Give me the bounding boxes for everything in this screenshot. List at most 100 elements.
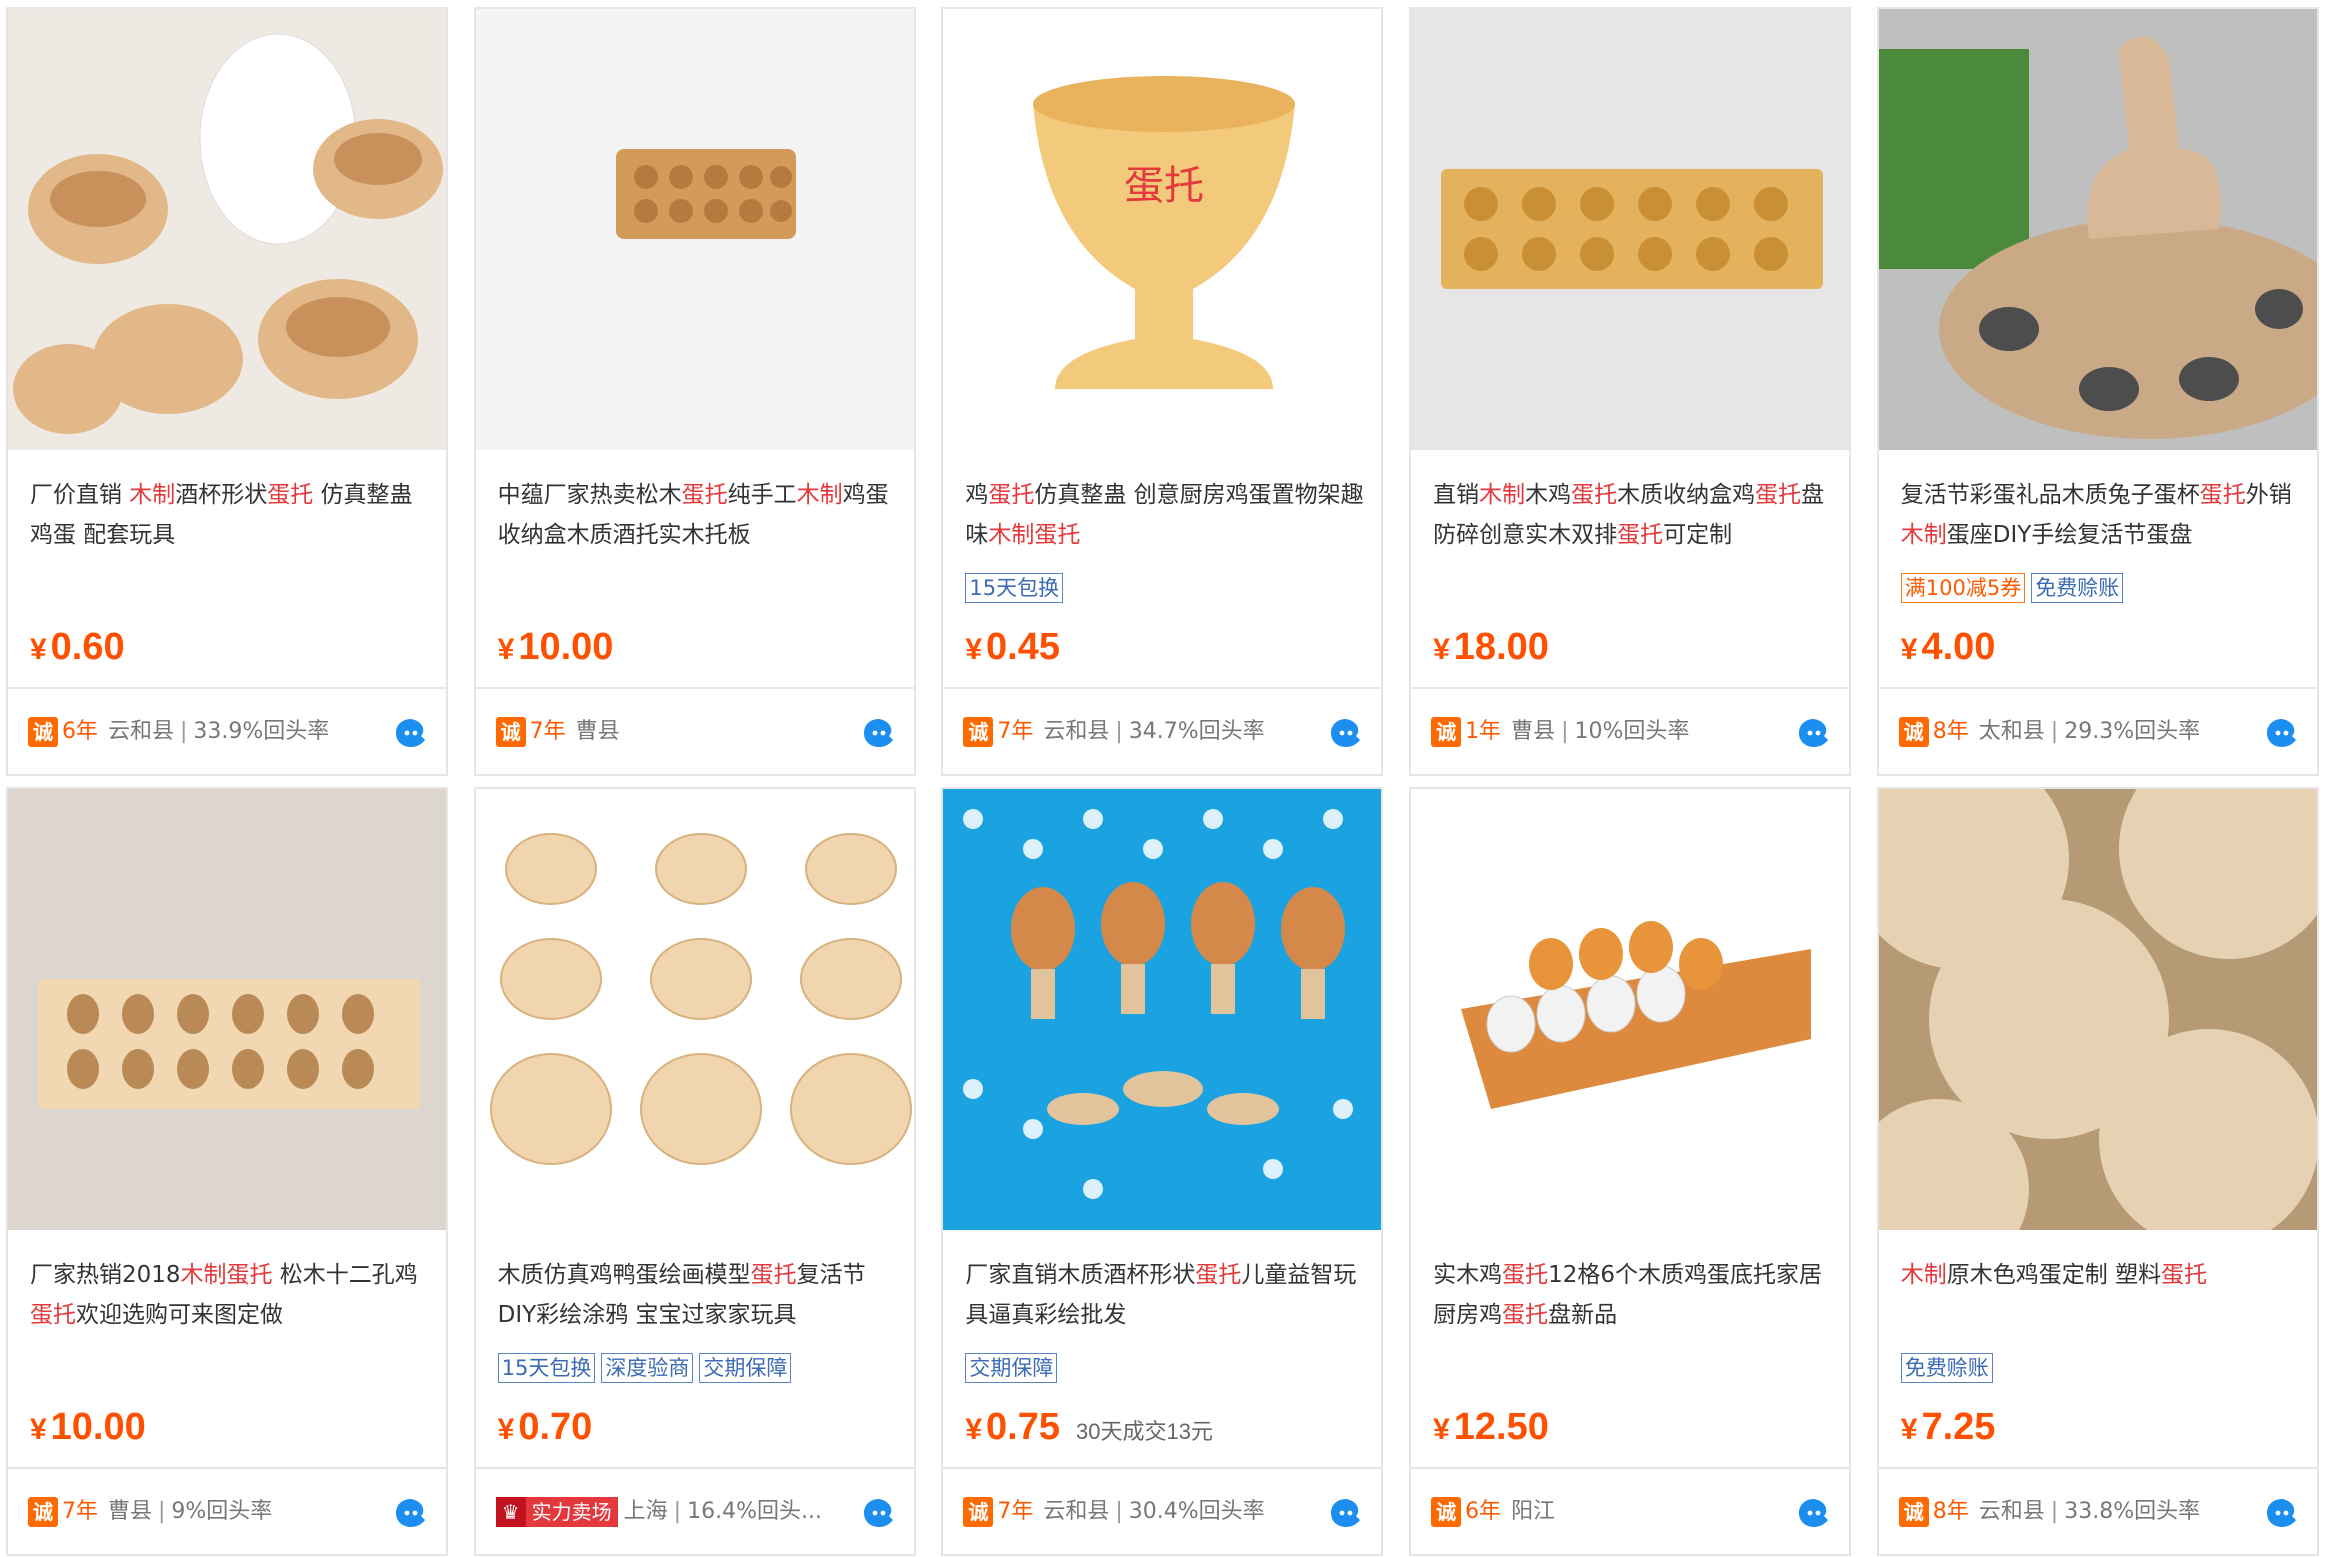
product-card[interactable]: 复活节彩蛋礼品木质兔子蛋杯蛋托外销木制蛋座DIY手绘复活节蛋盘 满100减5券 免费… (1876, 7, 2319, 777)
service-tags: 交期保障 (965, 1352, 1063, 1385)
title-text: 蛋座DIY手绘复活节蛋盘 (1946, 522, 2193, 549)
title-keyword: 木制 (180, 1261, 227, 1288)
product-image[interactable] (475, 9, 914, 451)
card-divider (943, 1466, 1382, 1469)
repeat-purchase-rate: 30.4%回头率 (1128, 1498, 1265, 1524)
product-title[interactable]: 厂价直销 木制酒杯形状蛋托 仿真整蛊鸡蛋 配套玩具 (30, 475, 430, 555)
product-title[interactable]: 厂家热销2018木制蛋托 松木十二孔鸡蛋托欢迎选购可来图定做 (30, 1255, 430, 1335)
product-image[interactable] (7, 9, 446, 451)
seller-location: 云和县 (1043, 1498, 1110, 1524)
title-keyword: 蛋托 (750, 1261, 797, 1288)
product-image[interactable] (1411, 9, 1850, 451)
card-divider (1878, 687, 2317, 690)
product-card[interactable]: 实木鸡蛋托12格6个木质鸡蛋底托家居厨房鸡蛋托盘新品 ¥12.50 诚 6年 阳江 (1409, 786, 1852, 1556)
aliwangwang-chat-icon[interactable] (2265, 1497, 2299, 1529)
aliwangwang-chat-icon[interactable] (1797, 1497, 1831, 1529)
product-price: ¥12.50 (1433, 1403, 1549, 1454)
membership-years: 8年 (1932, 719, 1969, 745)
product-card[interactable]: 中蕴厂家热卖松木蛋托纯手工木制鸡蛋收纳盒木质酒托实木托板 ¥10.00 诚 7年 曹县 (473, 7, 916, 777)
service-tag: 交期保障 (699, 1352, 792, 1383)
aliwangwang-chat-icon[interactable] (2265, 717, 2299, 749)
product-image[interactable] (7, 788, 446, 1230)
price-value: 18.00 (1453, 626, 1549, 669)
chengxintong-icon[interactable]: 诚 (963, 1496, 994, 1527)
product-grid: 厂价直销 木制酒杯形状蛋托 仿真整蛊鸡蛋 配套玩具 ¥0.60 诚 6年 云和县 | 33.… (0, 0, 2328, 1557)
product-title[interactable]: 复活节彩蛋礼品木质兔子蛋杯蛋托外销木制蛋座DIY手绘复活节蛋盘 (1901, 475, 2301, 555)
card-divider (943, 687, 1382, 690)
card-divider (475, 1466, 914, 1469)
product-card[interactable]: 厂家直销木质酒杯形状蛋托儿童益智玩具逼真彩绘批发交期保障 ¥0.75 30天成交13… (941, 786, 1384, 1556)
currency-symbol: ¥ (29, 1412, 47, 1446)
title-keyword: 木制 (1900, 522, 1947, 549)
title-text: 木质收纳盒鸡 (1617, 482, 1756, 509)
title-text: 可定制 (1663, 522, 1733, 549)
price-value: 0.75 (986, 1405, 1061, 1448)
currency-symbol: ¥ (965, 1412, 983, 1446)
title-text: 松木十二孔鸡 (272, 1261, 418, 1288)
separator: | (1115, 719, 1123, 745)
currency-symbol: ¥ (1433, 633, 1450, 667)
card-divider (1878, 1466, 2317, 1469)
chengxintong-icon[interactable]: 诚 (1898, 717, 1929, 748)
price-value: 10.00 (518, 626, 614, 669)
product-title[interactable]: 鸡蛋托仿真整蛊 创意厨房鸡蛋置物架趣味木制蛋托 (965, 475, 1365, 555)
product-card[interactable]: 蛋托 鸡蛋托仿真整蛊 创意厨房鸡蛋置物架趣味木制蛋托 15天包换 ¥0.45 诚 7年 云和… (941, 7, 1384, 777)
chengxintong-icon[interactable]: 诚 (1431, 1496, 1462, 1527)
product-title[interactable]: 直销木制木鸡蛋托木质收纳盒鸡蛋托盘防碎创意实木双排蛋托可定制 (1433, 475, 1833, 555)
product-card[interactable]: 木制原木色鸡蛋定制 塑料蛋托 免费赊账 ¥7.25 诚 8年 云和县 | 33.8%回头率 (1876, 786, 2319, 1556)
chengxintong-icon[interactable]: 诚 (1431, 717, 1462, 748)
product-card[interactable]: 直销木制木鸡蛋托木质收纳盒鸡蛋托盘防碎创意实木双排蛋托可定制 ¥18.00 诚 1年曹… (1409, 7, 1852, 777)
chengxintong-icon[interactable]: 诚 (27, 1496, 58, 1527)
aliwangwang-chat-icon[interactable] (394, 717, 428, 749)
aliwangwang-chat-icon[interactable] (394, 1497, 428, 1529)
currency-symbol: ¥ (29, 633, 47, 667)
chengxintong-icon[interactable]: 诚 (963, 717, 994, 748)
repeat-purchase-rate: 16.4%回头... (687, 1498, 822, 1524)
product-image[interactable]: 蛋托 (943, 9, 1382, 451)
product-image[interactable] (943, 788, 1382, 1230)
card-divider (1411, 1466, 1850, 1469)
separator: | (2050, 719, 2059, 745)
product-price: ¥10.00 (498, 623, 614, 674)
price-value: 0.45 (986, 626, 1061, 669)
price-value: 7.25 (1921, 1405, 1996, 1448)
price-value: 0.70 (518, 1405, 593, 1448)
chengxintong-icon[interactable]: 诚 (27, 717, 58, 748)
seller-location: 上海 (623, 1498, 668, 1524)
title-keyword: 蛋托 (1755, 482, 1802, 509)
product-title[interactable]: 木质仿真鸡鸭蛋绘画模型蛋托复活节DIY彩绘涂鸦 宝宝过家家玩具 (498, 1255, 898, 1335)
aliwangwang-chat-icon[interactable] (1329, 1497, 1363, 1529)
title-text: 纯手工 (727, 482, 797, 509)
strength-store-badge[interactable]: ♛ 实力卖场 (495, 1496, 618, 1527)
aliwangwang-chat-icon[interactable] (1329, 717, 1363, 749)
product-title[interactable]: 中蕴厂家热卖松木蛋托纯手工木制鸡蛋收纳盒木质酒托实木托板 (498, 475, 898, 555)
title-keyword: 蛋托 (29, 1301, 76, 1328)
currency-symbol: ¥ (1433, 1412, 1450, 1446)
sales-volume: 30天成交13元 (1076, 1418, 1213, 1444)
repeat-purchase-rate: 33.9%回头率 (193, 719, 330, 745)
product-card[interactable]: 厂家热销2018木制蛋托 松木十二孔鸡蛋托欢迎选购可来图定做 ¥10.00 诚 7年曹… (5, 786, 448, 1556)
title-text: 木鸡 (1525, 482, 1572, 509)
chengxintong-icon[interactable]: 诚 (495, 717, 526, 748)
product-card[interactable]: 木质仿真鸡鸭蛋绘画模型蛋托复活节DIY彩绘涂鸦 宝宝过家家玩具 15天包换 深度验商… (473, 786, 916, 1556)
product-image[interactable] (475, 788, 914, 1230)
title-text: 欢迎选购可来图定做 (75, 1301, 283, 1328)
product-title[interactable]: 木制原木色鸡蛋定制 塑料蛋托 (1901, 1255, 2301, 1335)
aliwangwang-chat-icon[interactable] (1797, 717, 1831, 749)
product-price: ¥0.70 (498, 1403, 593, 1454)
seller-location: 云和县 (107, 719, 174, 745)
product-price: ¥0.45 (965, 623, 1060, 674)
product-image[interactable] (1411, 788, 1850, 1230)
product-title[interactable]: 实木鸡蛋托12格6个木质鸡蛋底托家居厨房鸡蛋托盘新品 (1433, 1255, 1833, 1335)
aliwangwang-chat-icon[interactable] (862, 1497, 896, 1529)
product-image[interactable] (1878, 788, 2317, 1230)
seller-info: 诚 8年 太和县 | 29.3%回头率 (1898, 715, 2259, 749)
repeat-purchase-rate: 29.3%回头率 (2064, 719, 2201, 745)
title-text: 实木鸡 (1433, 1261, 1503, 1288)
product-image[interactable] (1878, 9, 2317, 451)
product-title[interactable]: 厂家直销木质酒杯形状蛋托儿童益智玩具逼真彩绘批发 (965, 1255, 1365, 1335)
chengxintong-icon[interactable]: 诚 (1898, 1496, 1929, 1527)
aliwangwang-chat-icon[interactable] (862, 717, 896, 749)
currency-symbol: ¥ (497, 633, 515, 667)
product-card[interactable]: 厂价直销 木制酒杯形状蛋托 仿真整蛊鸡蛋 配套玩具 ¥0.60 诚 6年 云和县 | 33.… (5, 7, 448, 777)
